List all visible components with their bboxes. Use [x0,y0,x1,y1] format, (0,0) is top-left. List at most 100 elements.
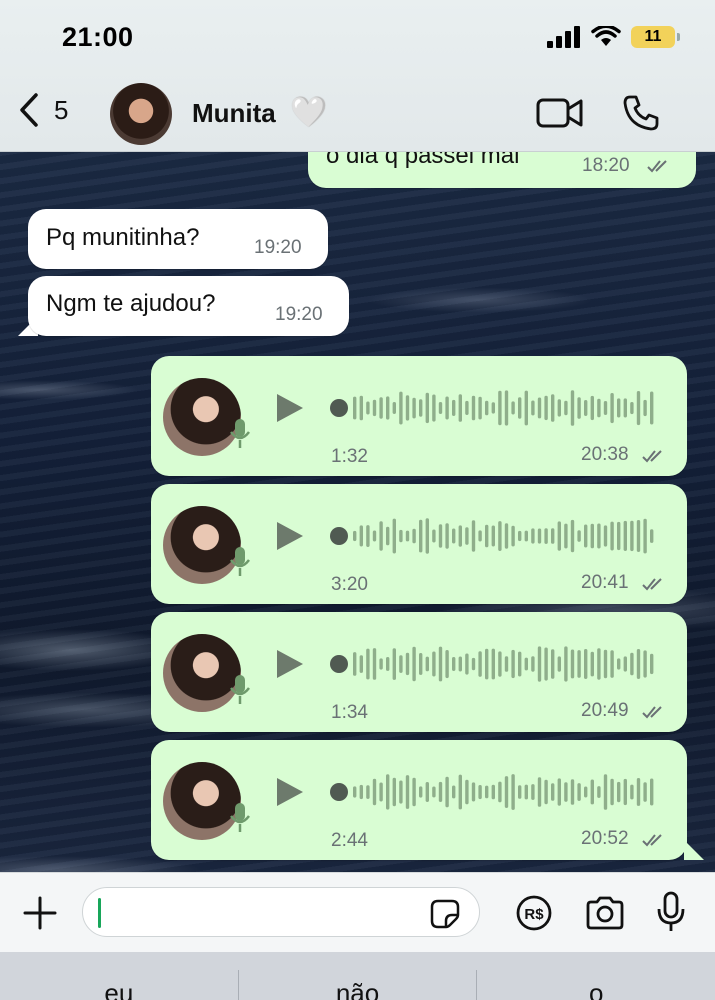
waveform-bar [478,785,482,800]
waveform-bar [511,774,515,810]
message-input[interactable] [97,896,417,930]
voice-message[interactable]: 1:34 20:49 [151,612,687,732]
contact-name[interactable]: Munita [192,98,276,129]
waveform-bar [564,646,568,682]
playhead-dot[interactable] [330,655,348,673]
message-bubble-incoming[interactable]: Ngm te ajudou? 19:20 [28,276,349,336]
waveform-bar [471,395,476,421]
back-button[interactable]: 5 [18,92,68,128]
waveform-bar [630,784,634,800]
waveform-bar [610,521,614,551]
waveform-bar [491,402,495,414]
waveform-bar [452,399,456,416]
waveform-bar [524,390,528,426]
suggestion-item[interactable]: não [239,952,477,1000]
waveform-bar [458,656,462,672]
voice-record-button[interactable] [656,891,686,938]
chat-header: 21:00 11 5 Munita 🤍 [0,0,715,152]
mic-icon [230,547,250,576]
waveform-bar [465,400,469,415]
playhead-dot[interactable] [330,527,348,545]
audio-waveform[interactable] [329,514,659,558]
waveform-bar [617,658,621,670]
waveform-bar [471,520,476,552]
audio-waveform[interactable] [329,386,659,430]
voice-message[interactable]: 3:20 20:41 [151,484,687,604]
waveform-bar [518,651,522,677]
waveform-bar [551,394,555,422]
wifi-icon [591,26,621,46]
waveform-bar [405,530,410,542]
waveform-bar [498,781,502,803]
sticker-button[interactable] [430,899,460,934]
waveform-bar [531,528,535,544]
waveform-bar [419,786,423,798]
sticker-icon [430,899,460,929]
waveform-bar [504,523,509,549]
waveform-bar [405,395,410,421]
contact-avatar[interactable] [110,83,172,145]
waveform-bar [650,653,654,675]
message-time: 20:41 [581,572,629,593]
voice-message[interactable]: 2:44 20:52 [151,740,687,860]
signal-icon [547,26,580,48]
play-icon[interactable] [275,520,305,552]
waveform-bar [511,649,515,679]
camera-button[interactable] [584,895,626,936]
payment-button[interactable]: R$ [516,895,552,936]
attach-button[interactable] [22,895,58,936]
waveform-bar [636,778,641,806]
message-input-field[interactable] [82,887,480,937]
waveform-bar [445,396,449,420]
waveform-bar [412,397,416,419]
waveform-bar [438,524,443,548]
waveform-bar [425,392,429,424]
waveform-bar [570,779,575,805]
waveform-bar [379,397,383,419]
waveform-bar [392,777,396,807]
waveform-bar [623,520,627,551]
payment-label: R$ [524,906,544,923]
waveform-bar [478,530,482,542]
waveform-bar [485,400,489,416]
video-camera-icon [536,98,583,128]
playhead-dot[interactable] [330,399,348,417]
suggestion-item[interactable]: eu [0,952,238,1000]
waveform-bar [564,523,568,549]
status-time: 21:00 [62,22,134,52]
waveform-bar [603,525,608,547]
waveform-bar [570,390,575,426]
video-call-button[interactable] [536,96,584,135]
audio-waveform[interactable] [329,770,659,814]
play-icon[interactable] [275,776,305,808]
waveform-bar [445,776,449,808]
mic-icon [230,419,250,448]
waveform-bar [465,653,469,675]
waveform-bar [590,779,594,805]
waveform-bar [425,518,429,554]
waveform-bar [465,779,469,805]
message-bubble-incoming[interactable]: Pq munitinha? 19:20 [28,209,328,269]
voice-call-button[interactable] [622,94,660,137]
waveform-bar [544,395,548,421]
waveform-bar [557,399,561,417]
microphone-icon [657,891,685,931]
play-icon[interactable] [275,392,305,424]
waveform-bar [537,777,542,807]
contact-name-emoji: 🤍 [290,96,328,129]
waveform-bar [399,655,403,673]
waveform-bar [610,393,614,424]
waveform-bar [419,399,423,417]
playhead-dot[interactable] [330,783,348,801]
waveform-bar [372,530,377,542]
waveform-bar [636,391,641,426]
battery-level: 11 [644,28,662,45]
suggestion-item[interactable]: o [477,952,715,1000]
waveform-bar [412,646,416,682]
audio-waveform[interactable] [329,642,659,686]
play-icon[interactable] [275,648,305,680]
waveform-bar [577,783,581,801]
waveform-bar [491,525,495,547]
voice-message[interactable]: 1:32 20:38 [151,356,687,476]
message-time: 18:20 [582,155,630,176]
